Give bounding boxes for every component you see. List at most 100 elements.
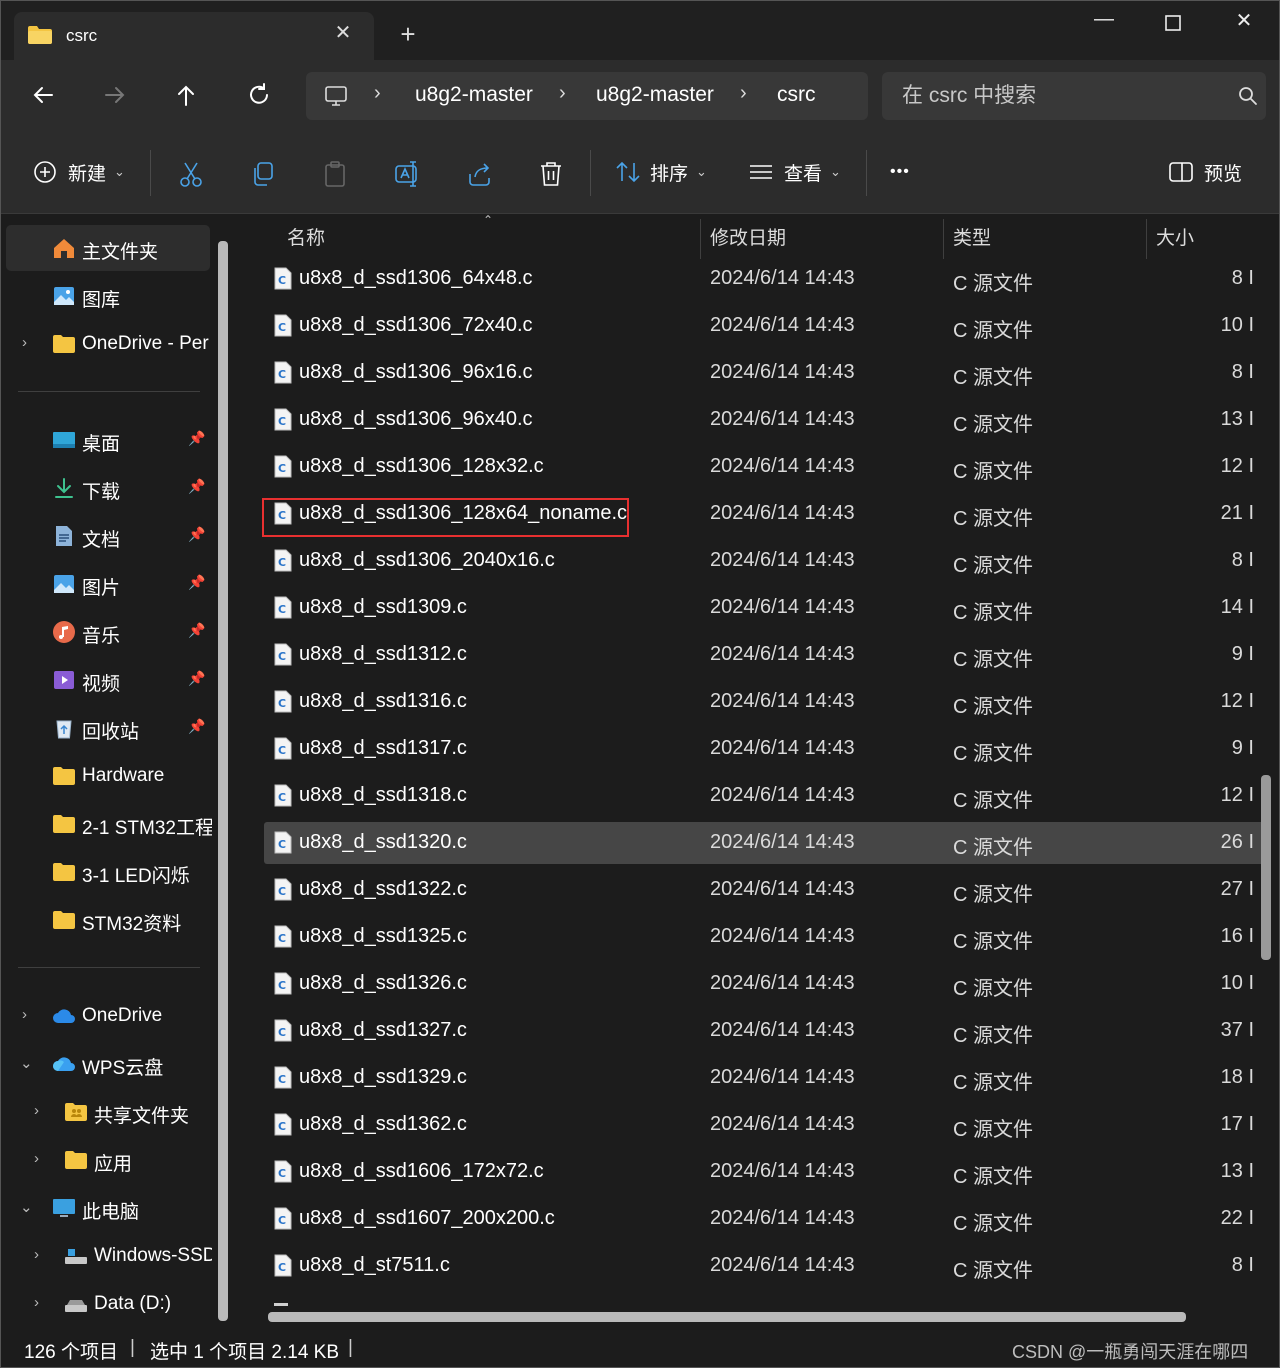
close-window-icon[interactable]: ✕ bbox=[1226, 8, 1262, 38]
chevron-right-icon[interactable]: › bbox=[22, 1006, 36, 1024]
file-row[interactable]: Cu8x8_d_ssd1316.c 2024/6/14 14:43 C 源文件 12 … bbox=[264, 681, 1264, 723]
chevron-right-icon[interactable]: › bbox=[34, 1150, 48, 1168]
file-row[interactable]: Cu8x8_d_ssd1309.c 2024/6/14 14:43 C 源文件 14 … bbox=[264, 587, 1264, 629]
file-row[interactable]: Cu8x8_d_ssd1306_96x40.c 2024/6/14 14:43 C … bbox=[264, 399, 1264, 441]
column-divider[interactable] bbox=[943, 219, 944, 259]
column-header-name[interactable]: 名称 bbox=[287, 223, 325, 250]
sidebar-item-home[interactable]: 主文件夹 bbox=[6, 225, 210, 271]
chevron-down-icon: ⌄ bbox=[696, 164, 707, 179]
file-row[interactable]: Cu8x8_d_ssd1362.c 2024/6/14 14:43 C 源文件 17 … bbox=[264, 1104, 1264, 1146]
chevron-right-icon[interactable]: › bbox=[34, 1246, 48, 1264]
sidebar-item-folder[interactable]: 3-1 LED闪烁 bbox=[6, 849, 210, 895]
pin-icon[interactable]: 📌 bbox=[188, 430, 205, 448]
chevron-right-icon[interactable]: › bbox=[34, 1294, 48, 1312]
sidebar-item-folder[interactable]: Hardware bbox=[6, 753, 210, 799]
sort-button[interactable]: 排序 ⌄ bbox=[614, 152, 707, 192]
sidebar-item-onedrive-personal[interactable]: › OneDrive - Per bbox=[6, 321, 210, 367]
column-header-date[interactable]: 修改日期 bbox=[710, 223, 786, 250]
pin-icon[interactable]: 📌 bbox=[188, 622, 205, 640]
new-button[interactable]: 新建 ⌄ bbox=[32, 152, 125, 192]
tab-csrc[interactable]: csrc ✕ bbox=[14, 12, 374, 60]
file-row[interactable]: Cu8x8_d_ssd1606_172x72.c 2024/6/14 14:43 C… bbox=[264, 1151, 1264, 1193]
file-list-vertical-scrollbar[interactable] bbox=[1261, 775, 1271, 960]
sidebar-item-recycle-bin[interactable]: 回收站 📌 bbox=[6, 705, 210, 751]
forward-arrow-icon[interactable] bbox=[100, 80, 130, 110]
sidebar-item-wps-cloud[interactable]: ⌄ WPS云盘 bbox=[6, 1041, 210, 1087]
file-row[interactable]: Cu8x8_d_ssd1326.c 2024/6/14 14:43 C 源文件 10 … bbox=[264, 963, 1264, 1005]
file-row[interactable]: Cu8x8_d_ssd1327.c 2024/6/14 14:43 C 源文件 37 … bbox=[264, 1010, 1264, 1052]
minimize-icon[interactable]: — bbox=[1086, 8, 1122, 38]
sidebar-item-pictures[interactable]: 图片 📌 bbox=[6, 561, 210, 607]
search-box[interactable] bbox=[882, 72, 1266, 120]
pin-icon[interactable]: 📌 bbox=[188, 574, 205, 592]
chevron-right-icon[interactable]: › bbox=[34, 1102, 48, 1120]
copy-icon[interactable] bbox=[250, 160, 276, 188]
chevron-down-icon[interactable]: ⌄ bbox=[20, 1198, 34, 1216]
search-icon[interactable] bbox=[1238, 86, 1258, 106]
file-row[interactable]: Cu8x8_d_ssd1322.c 2024/6/14 14:43 C 源文件 27 … bbox=[264, 869, 1264, 911]
refresh-icon[interactable] bbox=[244, 80, 274, 110]
sidebar-item-videos[interactable]: 视频 📌 bbox=[6, 657, 210, 703]
c-source-file-icon: C bbox=[274, 502, 292, 525]
chevron-down-icon[interactable]: ⌄ bbox=[20, 1054, 34, 1072]
sidebar-item-folder[interactable]: 2-1 STM32工程 bbox=[6, 801, 212, 847]
sidebar-item-desktop[interactable]: 桌面 📌 bbox=[6, 417, 210, 463]
sidebar-scrollbar[interactable] bbox=[218, 241, 228, 1321]
column-divider[interactable] bbox=[700, 219, 701, 259]
file-row[interactable]: Cu8x8_d_ssd1306_96x16.c 2024/6/14 14:43 C … bbox=[264, 352, 1264, 394]
file-row[interactable]: Cu8x8_d_ssd1320.c 2024/6/14 14:43 C 源文件 26 … bbox=[264, 822, 1264, 864]
pin-icon[interactable]: 📌 bbox=[188, 526, 205, 544]
sidebar-item-music[interactable]: 音乐 📌 bbox=[6, 609, 210, 655]
file-row[interactable]: Cu8x8_d_st7511.c 2024/6/14 14:43 C 源文件 8 I bbox=[264, 1245, 1264, 1287]
new-tab-icon[interactable]: + bbox=[396, 21, 420, 47]
view-button[interactable]: 查看 ⌄ bbox=[748, 152, 841, 192]
file-name: u8x8_d_ssd1329.c bbox=[299, 1066, 467, 1088]
file-row[interactable]: Cu8x8_d_ssd1317.c 2024/6/14 14:43 C 源文件 9 I bbox=[264, 728, 1264, 770]
breadcrumb-item[interactable]: u8g2-master bbox=[415, 83, 533, 107]
more-options-button[interactable]: ••• bbox=[890, 152, 910, 192]
breadcrumb-item[interactable]: csrc bbox=[777, 83, 816, 107]
sidebar-item-windows-ssd[interactable]: › Windows-SSD bbox=[6, 1233, 212, 1279]
file-list-horizontal-scrollbar[interactable] bbox=[268, 1312, 1186, 1322]
close-tab-icon[interactable]: ✕ bbox=[332, 22, 354, 44]
rename-icon[interactable] bbox=[394, 160, 422, 188]
pin-icon[interactable]: 📌 bbox=[188, 670, 205, 688]
sidebar-item-documents[interactable]: 文档 📌 bbox=[6, 513, 210, 559]
column-divider[interactable] bbox=[1146, 219, 1147, 259]
computer-icon[interactable] bbox=[324, 84, 348, 108]
chevron-right-icon[interactable]: › bbox=[22, 334, 36, 352]
sidebar-item-downloads[interactable]: 下载 📌 bbox=[6, 465, 210, 511]
sidebar-item-data-drive[interactable]: › Data (D:) bbox=[6, 1281, 210, 1327]
address-bar[interactable]: › u8g2-master › u8g2-master › csrc bbox=[306, 72, 868, 120]
file-row[interactable]: Cu8x8_d_ssd1325.c 2024/6/14 14:43 C 源文件 16 … bbox=[264, 916, 1264, 958]
back-arrow-icon[interactable] bbox=[28, 80, 58, 110]
share-icon[interactable] bbox=[466, 160, 494, 188]
preview-pane-button[interactable]: 预览 bbox=[1168, 152, 1242, 192]
sidebar-item-folder[interactable]: STM32资料 bbox=[6, 897, 210, 943]
file-row[interactable]: Cu8x8_d_ssd1306_128x32.c 2024/6/14 14:43 C… bbox=[264, 446, 1264, 488]
pin-icon[interactable]: 📌 bbox=[188, 718, 205, 736]
file-row[interactable]: Cu8x8_d_ssd1329.c 2024/6/14 14:43 C 源文件 18 … bbox=[264, 1057, 1264, 1099]
paste-icon[interactable] bbox=[322, 160, 348, 188]
cut-icon[interactable] bbox=[178, 160, 204, 188]
breadcrumb-item[interactable]: u8g2-master bbox=[596, 83, 714, 107]
file-row[interactable]: Cu8x8_d_ssd1312.c 2024/6/14 14:43 C 源文件 9 I bbox=[264, 634, 1264, 676]
maximize-icon[interactable] bbox=[1155, 12, 1191, 36]
delete-icon[interactable] bbox=[538, 160, 564, 188]
column-header-size[interactable]: 大小 bbox=[1156, 223, 1194, 250]
file-row[interactable]: Cu8x8_d_ssd1306_64x48.c 2024/6/14 14:43 C … bbox=[264, 258, 1264, 300]
sidebar-item-onedrive[interactable]: › OneDrive bbox=[6, 993, 210, 1039]
file-row[interactable]: Cu8x8_d_ssd1306_2040x16.c 2024/6/14 14:43… bbox=[264, 540, 1264, 582]
sidebar-item-gallery[interactable]: 图库 bbox=[6, 273, 210, 319]
file-row[interactable]: Cu8x8_d_ssd1306_72x40.c 2024/6/14 14:43 C … bbox=[264, 305, 1264, 347]
file-row[interactable]: Cu8x8_d_ssd1318.c 2024/6/14 14:43 C 源文件 12 … bbox=[264, 775, 1264, 817]
up-arrow-icon[interactable] bbox=[171, 80, 201, 110]
file-row[interactable]: Cu8x8_d_ssd1306_128x64_noname.c 2024/6/14… bbox=[264, 493, 1264, 535]
pin-icon[interactable]: 📌 bbox=[188, 478, 205, 496]
sidebar-item-apps[interactable]: › 应用 bbox=[6, 1137, 210, 1183]
sidebar-item-this-pc[interactable]: ⌄ 此电脑 bbox=[6, 1185, 210, 1231]
column-header-type[interactable]: 类型 bbox=[953, 223, 991, 250]
search-input[interactable] bbox=[902, 81, 1222, 111]
sidebar-item-shared-folder[interactable]: › 共享文件夹 bbox=[6, 1089, 210, 1135]
file-row[interactable]: Cu8x8_d_ssd1607_200x200.c 2024/6/14 14:43… bbox=[264, 1198, 1264, 1240]
